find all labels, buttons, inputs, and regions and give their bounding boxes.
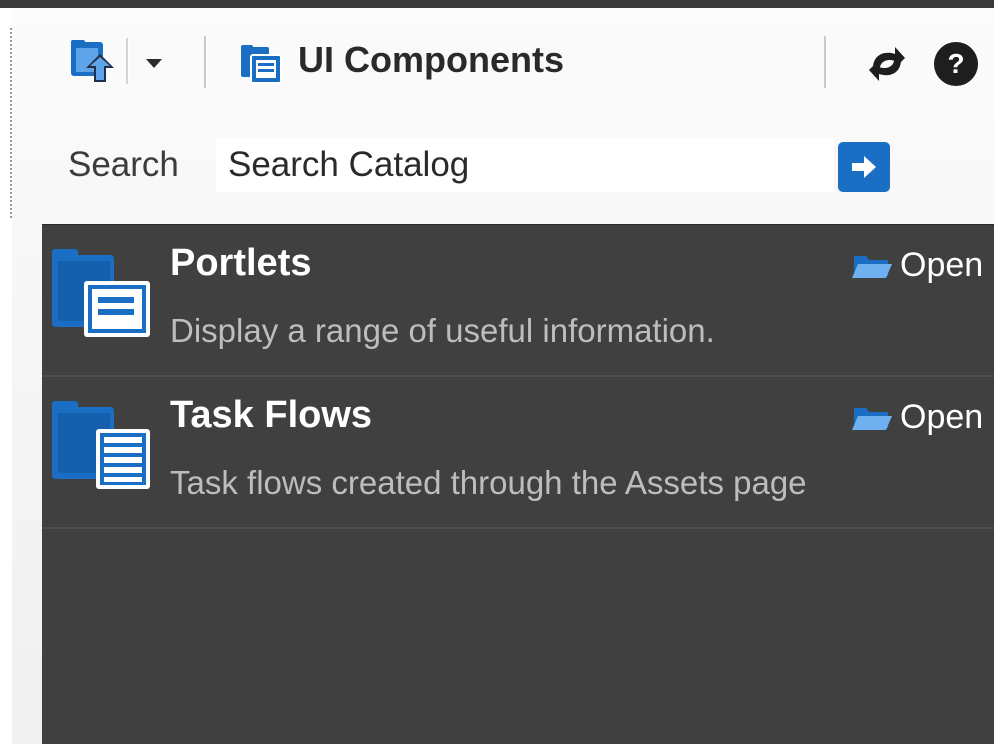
- arrow-right-icon: [852, 156, 876, 178]
- item-description: Display a range of useful information.: [170, 312, 715, 349]
- catalog-list: Portlets Display a range of useful infor…: [42, 224, 994, 744]
- folder-up-icon: [71, 40, 114, 82]
- refresh-icon: [869, 47, 905, 81]
- help-icon: ?: [934, 42, 978, 86]
- open-folder-icon: [852, 256, 892, 278]
- toolbar-separator: [824, 36, 826, 88]
- help-button[interactable]: ?: [928, 38, 984, 90]
- refresh-button[interactable]: [860, 38, 914, 90]
- item-description: Task flows created through the Assets pa…: [170, 464, 807, 501]
- toolbar-separator: [126, 38, 128, 84]
- list-item-portlets[interactable]: Portlets Display a range of useful infor…: [42, 225, 994, 377]
- catalog-breadcrumb-icon-wrap[interactable]: [234, 38, 290, 90]
- search-input[interactable]: [216, 138, 834, 192]
- open-folder-icon: [852, 408, 892, 430]
- search-label: Search: [68, 145, 179, 184]
- open-button[interactable]: Open: [852, 395, 983, 439]
- task-flows-folder-icon: [52, 399, 152, 489]
- up-level-dropdown[interactable]: [138, 46, 170, 80]
- up-level-button[interactable]: [62, 32, 124, 92]
- open-label: Open: [900, 246, 984, 284]
- chevron-down-icon: [146, 59, 162, 68]
- toolbar: UI Components ?: [12, 8, 994, 118]
- breadcrumb-label[interactable]: UI Components: [298, 38, 564, 82]
- toolbar-separator: [204, 36, 206, 88]
- catalog-panel: UI Components ? Search Search Catalog Po…: [12, 8, 994, 744]
- catalog-window: UI Components ? Search Search Catalog Po…: [0, 0, 994, 744]
- svg-text:?: ?: [947, 48, 964, 79]
- list-item-task-flows[interactable]: Task Flows Task flows created through th…: [42, 377, 994, 529]
- search-go-button[interactable]: [838, 142, 890, 192]
- window-top-border: [0, 0, 994, 8]
- open-label: Open: [900, 398, 984, 436]
- open-button[interactable]: Open: [852, 243, 983, 287]
- catalog-icon: [241, 45, 282, 84]
- item-title: Task Flows: [170, 394, 373, 436]
- portlets-folder-icon: [52, 247, 152, 337]
- item-title: Portlets: [170, 242, 312, 284]
